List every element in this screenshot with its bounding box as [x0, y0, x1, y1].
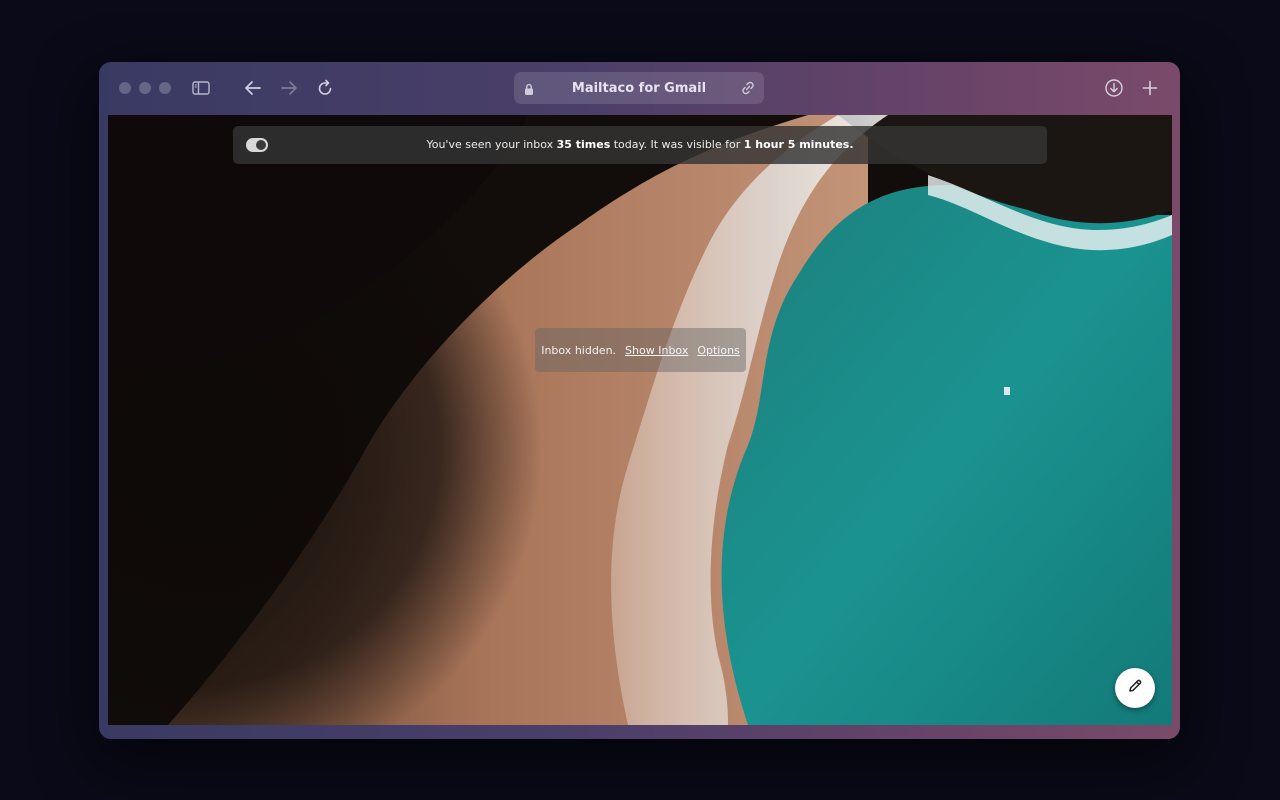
zoom-window-dot[interactable] [159, 82, 171, 94]
new-tab-icon[interactable] [1138, 76, 1162, 100]
address-bar[interactable]: Mailtaco for Gmail [514, 72, 764, 104]
inbox-hidden-status: Inbox hidden. [541, 343, 617, 357]
inbox-stats-bar: You've seen your inbox 35 times today. I… [233, 126, 1047, 164]
close-window-dot[interactable] [119, 82, 131, 94]
forward-icon[interactable] [277, 76, 301, 100]
page-viewport: You've seen your inbox 35 times today. I… [108, 115, 1172, 725]
reload-icon[interactable] [313, 76, 337, 100]
minimize-window-dot[interactable] [139, 82, 151, 94]
download-icon[interactable] [1102, 76, 1126, 100]
stats-duration: 1 hour 5 minutes. [743, 138, 854, 151]
options-link[interactable]: Options [697, 344, 739, 357]
inbox-hidden-notice: Inbox hidden. Show Inbox Options [535, 328, 746, 372]
sidebar-icon[interactable] [189, 76, 213, 100]
beach-background-image [108, 115, 1172, 725]
pencil-icon [1127, 678, 1143, 698]
back-icon[interactable] [241, 76, 265, 100]
inbox-stats-text: You've seen your inbox 35 times today. I… [233, 126, 1047, 164]
compose-button[interactable] [1115, 668, 1155, 708]
show-inbox-link[interactable]: Show Inbox [625, 344, 688, 357]
stats-prefix: You've seen your inbox [426, 138, 557, 151]
lock-icon [524, 81, 534, 100]
browser-toolbar: Mailtaco for Gmail [99, 62, 1180, 114]
stats-count: 35 times [556, 138, 611, 151]
link-icon[interactable] [740, 80, 756, 100]
browser-window: Mailtaco for Gmail You've seen your inbo… [99, 62, 1180, 739]
address-title: Mailtaco for Gmail [571, 80, 707, 96]
stats-middle: today. It was visible for [610, 138, 744, 151]
